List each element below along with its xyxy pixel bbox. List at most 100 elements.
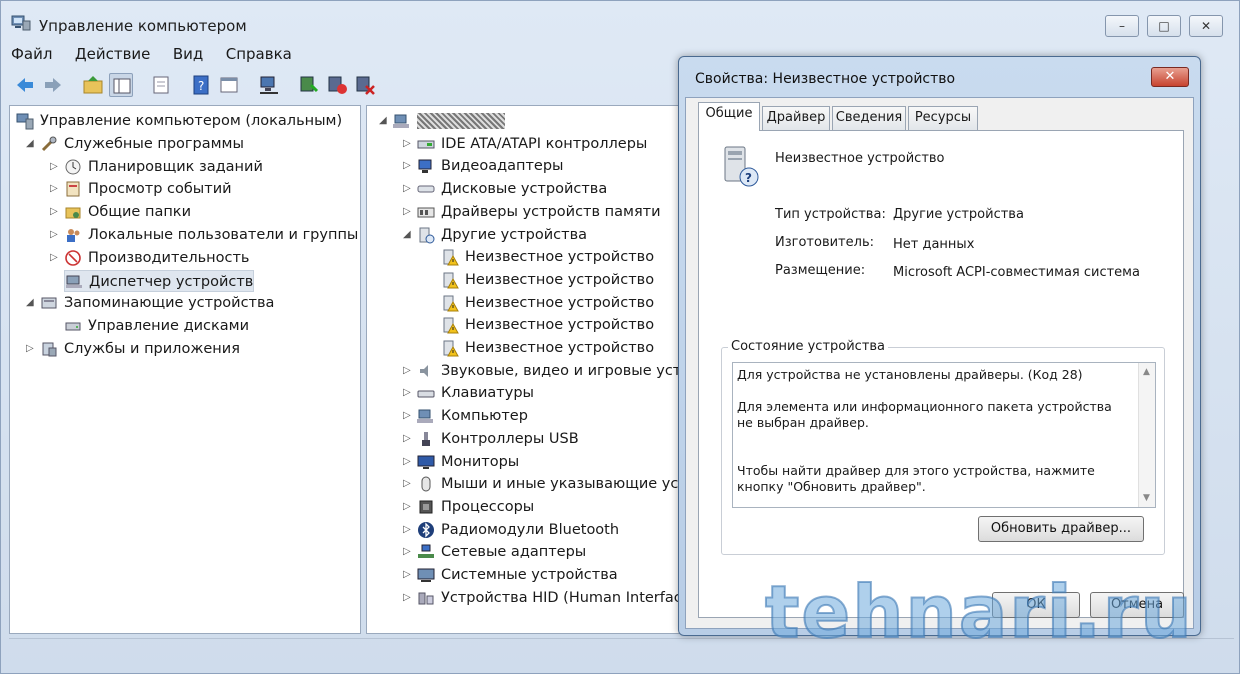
device_tree-expand-icon[interactable]: ▷ [403,541,411,563]
uninstall-device-icon[interactable] [353,73,377,97]
device_tree-item[interactable]: Системные устройства [417,564,618,586]
device_tree-item-label: Неизвестное устройство [465,271,655,288]
device_tree-item[interactable]: Устройства HID (Human Interface [417,587,691,609]
device_tree-expand-icon[interactable]: ▷ [403,428,411,450]
tab-general[interactable]: Общие [698,102,760,131]
device_tree-expand-icon[interactable]: ▷ [403,473,411,495]
device-status-textbox[interactable]: Для устройства не установлены драйверы. … [732,362,1156,508]
left_tree-expand-icon[interactable]: ▷ [50,156,58,178]
update-driver-button[interactable]: Обновить драйвер... [978,516,1144,542]
device_tree-item[interactable]: Звуковые, видео и игровые устро [417,360,695,382]
device_tree-item[interactable] [393,110,505,132]
close-button[interactable]: ✕ [1189,15,1223,37]
update-driver-icon[interactable] [297,73,321,97]
device_tree-expand-icon[interactable]: ▷ [403,133,411,155]
device_tree-item[interactable]: Неизвестное устройство [441,292,654,314]
menu-view[interactable]: Вид [171,43,205,65]
left_tree-expand-icon[interactable]: ▷ [26,338,34,360]
back-arrow-icon[interactable] [13,73,37,97]
left_tree-expand-icon[interactable]: ▷ [50,247,58,269]
device_tree-expand-icon[interactable]: ▷ [403,155,411,177]
left_tree-item[interactable]: Локальные пользователи и группы [64,224,358,246]
device_tree-item[interactable]: Радиомодули Bluetooth [417,519,619,541]
device_tree-expand-icon[interactable]: ▷ [403,382,411,404]
properties-page-icon[interactable] [149,73,173,97]
left_tree-item[interactable]: Просмотр событий [64,178,232,200]
device_tree-item[interactable]: Сетевые адаптеры [417,541,586,563]
title-bar[interactable]: Управление компьютером – □ ✕ [1,1,1239,41]
device_tree-item[interactable]: Неизвестное устройство [441,314,654,336]
minimize-button[interactable]: – [1105,15,1139,37]
status-scrollbar[interactable]: ▲ ▼ [1138,363,1155,507]
tab-details[interactable]: Сведения [832,106,906,130]
device_tree-expand-icon[interactable]: ▷ [403,201,411,223]
device_tree-item[interactable]: Неизвестное устройство [441,246,654,268]
up-folder-icon[interactable] [81,73,105,97]
unknown-device-warning-icon [441,248,459,266]
device_tree-expand-icon[interactable]: ▷ [403,564,411,586]
device_tree-expand-icon[interactable]: ▷ [403,178,411,200]
device_tree-expand-icon[interactable]: ▷ [403,360,411,382]
device_tree-item[interactable]: Неизвестное устройство [441,337,654,359]
disable-device-icon[interactable] [325,73,349,97]
device_tree-expand-icon[interactable]: ▷ [403,496,411,518]
device_tree-expand-icon[interactable]: ▷ [403,451,411,473]
device_tree-item[interactable]: Дисковые устройства [417,178,607,200]
mouse-icon [417,475,435,493]
dialog-title: Свойства: Неизвестное устройство [695,71,956,87]
left_tree-expand-icon[interactable]: ▷ [50,224,58,246]
device_tree-item-label: Другие устройства [441,226,588,243]
console-view-icon[interactable] [217,73,241,97]
left_tree-item[interactable]: Служебные программы [40,133,244,155]
scroll-up-icon[interactable]: ▲ [1143,367,1150,377]
left_tree-expand-icon[interactable]: ◢ [26,292,34,314]
left_tree-item[interactable]: Общие папки [64,201,191,223]
scan-hardware-icon[interactable] [257,73,281,97]
dialog-close-button[interactable]: ✕ [1151,67,1189,87]
device_tree-item-label: Контроллеры USB [441,430,579,447]
device_tree-item-label: Неизвестное устройство [465,249,655,266]
device_tree-item[interactable]: Видеоадаптеры [417,155,564,177]
left_tree-expand-icon[interactable]: ▷ [50,201,58,223]
maximize-button[interactable]: □ [1147,15,1181,37]
device_tree-expand-icon[interactable]: ▷ [403,519,411,541]
left_tree-expand-icon[interactable]: ◢ [26,133,34,155]
left_tree-item[interactable]: Диспетчер устройств [64,269,255,292]
left_tree-item[interactable]: Управление дисками [64,315,249,337]
device_tree-item[interactable]: IDE ATA/ATAPI контроллеры [417,133,647,155]
device_tree-item[interactable]: Мыши и иные указывающие устр [417,473,695,495]
device_tree-item[interactable]: Контроллеры USB [417,428,579,450]
device-type-value: Другие устройства [893,207,1024,222]
device-properties-dialog: Свойства: Неизвестное устройство ✕ Общие… [678,56,1201,636]
device_tree-item[interactable]: Компьютер [417,405,528,427]
left_tree-item[interactable]: Производительность [64,247,249,269]
left_tree-item[interactable]: Запоминающие устройства [40,292,274,314]
device_tree-expand-icon[interactable]: ◢ [403,224,411,246]
device_tree-item[interactable]: Драйверы устройств памяти [417,201,661,223]
show-tree-icon[interactable] [109,73,133,97]
left_tree-item[interactable]: Управление компьютером (локальным) [16,110,342,132]
device_tree-item[interactable]: Неизвестное устройство [441,269,654,291]
left_tree-item-label: Службы и приложения [64,341,240,357]
device_tree-item[interactable]: Мониторы [417,451,519,473]
menu-help[interactable]: Справка [224,43,294,65]
left_tree-item[interactable]: Службы и приложения [40,338,240,360]
left_tree-item[interactable]: Планировщик заданий [64,156,263,178]
device_tree-item[interactable]: Процессоры [417,496,534,518]
forward-arrow-icon[interactable] [41,73,65,97]
device_tree-expand-icon[interactable]: ▷ [403,587,411,609]
device_tree-expand-icon[interactable]: ◢ [379,110,387,132]
left_tree-expand-icon[interactable]: ▷ [50,178,58,200]
tab-resources[interactable]: Ресурсы [908,106,978,130]
device-name: Неизвестное устройство [775,151,945,166]
bluetooth-icon [417,521,435,539]
menu-file[interactable]: Файл [9,43,54,65]
menu-action[interactable]: Действие [73,43,153,65]
scroll-down-icon[interactable]: ▼ [1143,493,1150,503]
tab-driver[interactable]: Драйвер [762,106,830,130]
device_tree-expand-icon[interactable]: ▷ [403,405,411,427]
device_tree-item[interactable]: Другие устройства [417,224,587,246]
device_tree-item[interactable]: Клавиатуры [417,382,534,404]
help-icon[interactable]: ? [189,73,213,97]
services-icon [40,340,58,358]
